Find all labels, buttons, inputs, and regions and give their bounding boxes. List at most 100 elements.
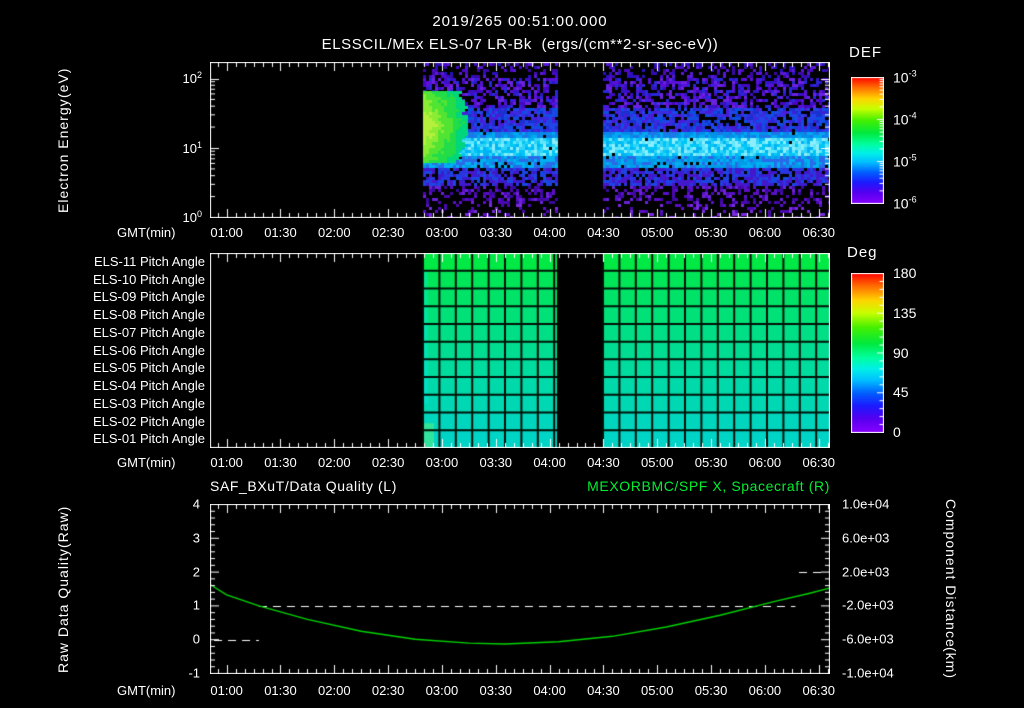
- time-tick-label: 03:00: [425, 225, 459, 240]
- energy-tick-base: 10: [182, 141, 197, 157]
- time-tick-label: 01:30: [264, 683, 297, 698]
- def-tick-exponent: -5: [908, 152, 917, 163]
- science-plot-page: 2019/265 00:51:00.000 ELSSCIL/MEx ELS-07…: [0, 0, 1024, 708]
- pitch-angle-heatmap: [210, 253, 830, 448]
- quality-distance-line-chart: [210, 504, 830, 674]
- time-tick-label: 04:00: [533, 455, 566, 470]
- quality-tick-label: -1: [188, 665, 200, 681]
- time-axis-row-bottom: GMT(min) 01:00 01:30 02:00 02:30 03:00 03:30 04…: [0, 683, 1024, 699]
- page-title: 2019/265 00:51:00.000: [432, 13, 608, 30]
- time-tick-label: 05:00: [640, 683, 674, 698]
- time-tick-label: 01:00: [210, 225, 243, 240]
- time-axis-unit-label: GMT(min): [117, 683, 176, 698]
- def-colorbar-tick-label: 10-6: [893, 195, 917, 212]
- pitch-row-label: ELS-01 Pitch Angle: [92, 431, 205, 447]
- time-tick-label: 04:00: [533, 225, 566, 240]
- deg-colorbar-tick-label: 45: [893, 384, 909, 401]
- time-tick-label: 05:00: [640, 225, 674, 240]
- time-tick-label: 06:30: [802, 683, 836, 698]
- time-tick-label: 01:30: [264, 455, 297, 470]
- deg-colorbar-tick-label: 180: [893, 265, 917, 281]
- time-tick-label: 02:00: [318, 455, 351, 470]
- time-tick-label: 03:00: [425, 683, 459, 698]
- spec-y-axis-label-line1: Electron Energy: [55, 97, 71, 213]
- pitch-row-label: ELS-06 Pitch Angle: [92, 342, 205, 358]
- pitch-row-label: ELS-05 Pitch Angle: [92, 360, 205, 376]
- time-tick-label: 02:30: [371, 455, 405, 470]
- quality-tick-label: 0: [192, 631, 200, 647]
- time-tick-label: 04:30: [587, 683, 620, 698]
- time-tick-label: 01:00: [210, 683, 243, 698]
- time-tick-label: 02:00: [318, 225, 351, 240]
- distance-tick-label: 2.0e+03: [842, 564, 890, 580]
- distance-tick-label: -2.0e+03: [842, 597, 894, 613]
- bottom-right-y-axis-label-line2: (km): [943, 647, 959, 680]
- energy-tick-label: 100: [183, 209, 202, 225]
- deg-colorbar: [851, 273, 884, 433]
- time-tick-label: 02:30: [371, 225, 405, 240]
- time-tick-label: 04:00: [533, 683, 566, 698]
- def-tick-exponent: -3: [908, 68, 917, 79]
- bottom-left-y-axis-label-line1: Raw Data Quality: [55, 547, 71, 673]
- time-tick-label: 05:30: [694, 455, 728, 470]
- energy-tick-label: 101: [183, 140, 202, 156]
- pitch-row-label: ELS-03 Pitch Angle: [92, 395, 205, 411]
- def-tick-exponent: -6: [908, 194, 917, 205]
- energy-tick-label: 102: [183, 70, 202, 86]
- pitch-row-labels: ELS-11 Pitch Angle ELS-10 Pitch Angle ELS-…: [28, 253, 205, 448]
- electron-energy-spectrogram: [210, 62, 830, 218]
- distance-tick-label: -6.0e+03: [842, 631, 894, 647]
- time-tick-label: 06:30: [802, 455, 836, 470]
- quality-tick-label: 1: [192, 597, 200, 613]
- deg-colorbar-tick-label: 135: [893, 304, 917, 321]
- bottom-title-right: MEXORBMC/SPF X, Spacecraft (R): [587, 478, 830, 494]
- energy-tick-exponent: 1: [196, 139, 202, 150]
- quality-tick-label: 4: [192, 496, 200, 512]
- time-tick-label: 05:00: [640, 455, 674, 470]
- bottom-right-y-axis-label: Component Distance (km): [942, 498, 959, 680]
- def-colorbar-tick-label: 10-5: [893, 153, 917, 170]
- bottom-right-y-axis-label-line1: Component Distance: [943, 498, 959, 648]
- time-tick-label: 03:30: [479, 225, 513, 240]
- deg-colorbar-title: Deg: [847, 244, 878, 261]
- pitch-row-label: ELS-04 Pitch Angle: [92, 378, 205, 394]
- time-tick-label: 02:30: [371, 683, 405, 698]
- time-tick-label: 03:30: [479, 683, 513, 698]
- pitch-row-label: ELS-02 Pitch Angle: [92, 413, 205, 429]
- def-colorbar-tick-label: 10-3: [893, 69, 917, 86]
- pitch-row-label: ELS-08 Pitch Angle: [92, 307, 205, 323]
- energy-tick-base: 10: [182, 71, 197, 87]
- pitch-row-label: ELS-09 Pitch Angle: [92, 289, 205, 305]
- time-axis-unit-label: GMT(min): [117, 225, 176, 240]
- distance-tick-label: 6.0e+03: [842, 530, 890, 546]
- time-tick-label: 06:00: [748, 683, 782, 698]
- bottom-left-y-axis-label: Raw Data Quality (Raw): [55, 504, 72, 674]
- time-tick-label: 01:00: [210, 455, 243, 470]
- time-tick-label: 02:00: [318, 683, 351, 698]
- time-tick-label: 05:30: [694, 683, 728, 698]
- def-tick-base: 10: [893, 111, 909, 128]
- time-axis-row-middle: GMT(min) 01:00 01:30 02:00 02:30 03:00 03:30 04…: [0, 455, 1024, 471]
- bottom-left-y-axis-label-line2: (Raw): [55, 505, 71, 548]
- spec-y-axis-label-line2: (eV): [55, 67, 71, 98]
- time-axis-row-top: GMT(min) 01:00 01:30 02:00 02:30 03:00 03:30 04…: [0, 225, 1024, 241]
- def-colorbar: [851, 77, 884, 204]
- plot-subtitle: ELSSCIL/MEx ELS-07 LR-Bk (ergs/(cm**2-sr…: [321, 36, 719, 53]
- time-tick-label: 03:30: [479, 455, 513, 470]
- time-tick-label: 06:00: [748, 225, 782, 240]
- distance-tick-label: 1.0e+04: [842, 496, 890, 512]
- pitch-row-label: ELS-11 Pitch Angle: [93, 254, 205, 269]
- time-tick-label: 06:00: [748, 455, 782, 470]
- deg-colorbar-tick-label: 90: [893, 344, 909, 361]
- energy-tick-exponent: 2: [196, 69, 202, 80]
- def-colorbar-title: DEF: [849, 44, 882, 61]
- distance-tick-label: -1.0e+04: [842, 665, 894, 681]
- time-tick-label: 03:00: [425, 455, 459, 470]
- def-tick-base: 10: [893, 69, 909, 86]
- pitch-row-label: ELS-10 Pitch Angle: [92, 271, 205, 287]
- energy-tick-exponent: 0: [196, 208, 202, 219]
- energy-tick-base: 10: [182, 210, 197, 226]
- deg-colorbar-tick-label: 0: [893, 424, 901, 440]
- def-colorbar-tick-label: 10-4: [893, 111, 917, 128]
- time-tick-label: 06:30: [802, 225, 836, 240]
